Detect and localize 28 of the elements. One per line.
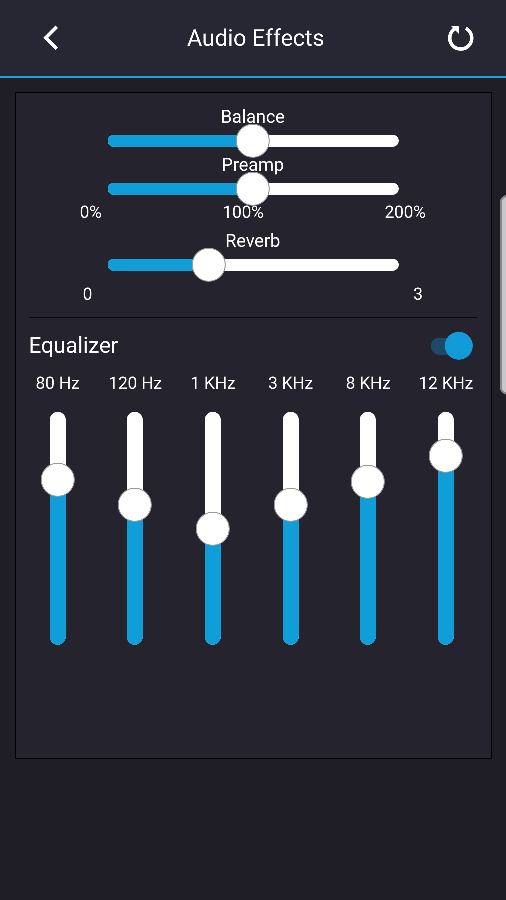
band-label: 12 KHz [418,374,474,394]
scale-label: 0% [80,203,102,223]
scale-label: 100% [222,203,264,223]
slider-thumb[interactable] [236,124,270,158]
reset-button[interactable] [446,23,476,53]
slider-label: Balance [220,107,286,129]
band-label: 80 Hz [36,374,80,394]
slider-label: Preamp [222,155,284,177]
section-title: Equalizer [29,334,118,358]
screen-title: Audio Effects [187,24,325,52]
slider-thumb[interactable] [192,248,226,282]
scale-label: 3 [413,285,423,305]
refresh-icon [446,24,475,52]
band-label: 120 Hz [108,374,162,394]
band-label: 1 KHz [190,374,236,394]
band-label: 8 KHz [346,374,391,394]
chevron-left-icon [42,25,60,51]
slider-thumb[interactable] [118,488,152,522]
slider-thumb[interactable] [196,512,230,546]
equalizer-toggle[interactable] [429,332,473,360]
slider-thumb[interactable] [429,439,464,474]
slider-thumb[interactable] [351,464,386,499]
band-label: 3 KHz [268,374,314,394]
scale-label: 0 [83,285,93,305]
scale-label: 200% [384,203,426,223]
slider-thumb[interactable] [40,462,75,497]
slider-thumb[interactable] [274,488,308,522]
slider-label: Reverb [226,231,280,253]
